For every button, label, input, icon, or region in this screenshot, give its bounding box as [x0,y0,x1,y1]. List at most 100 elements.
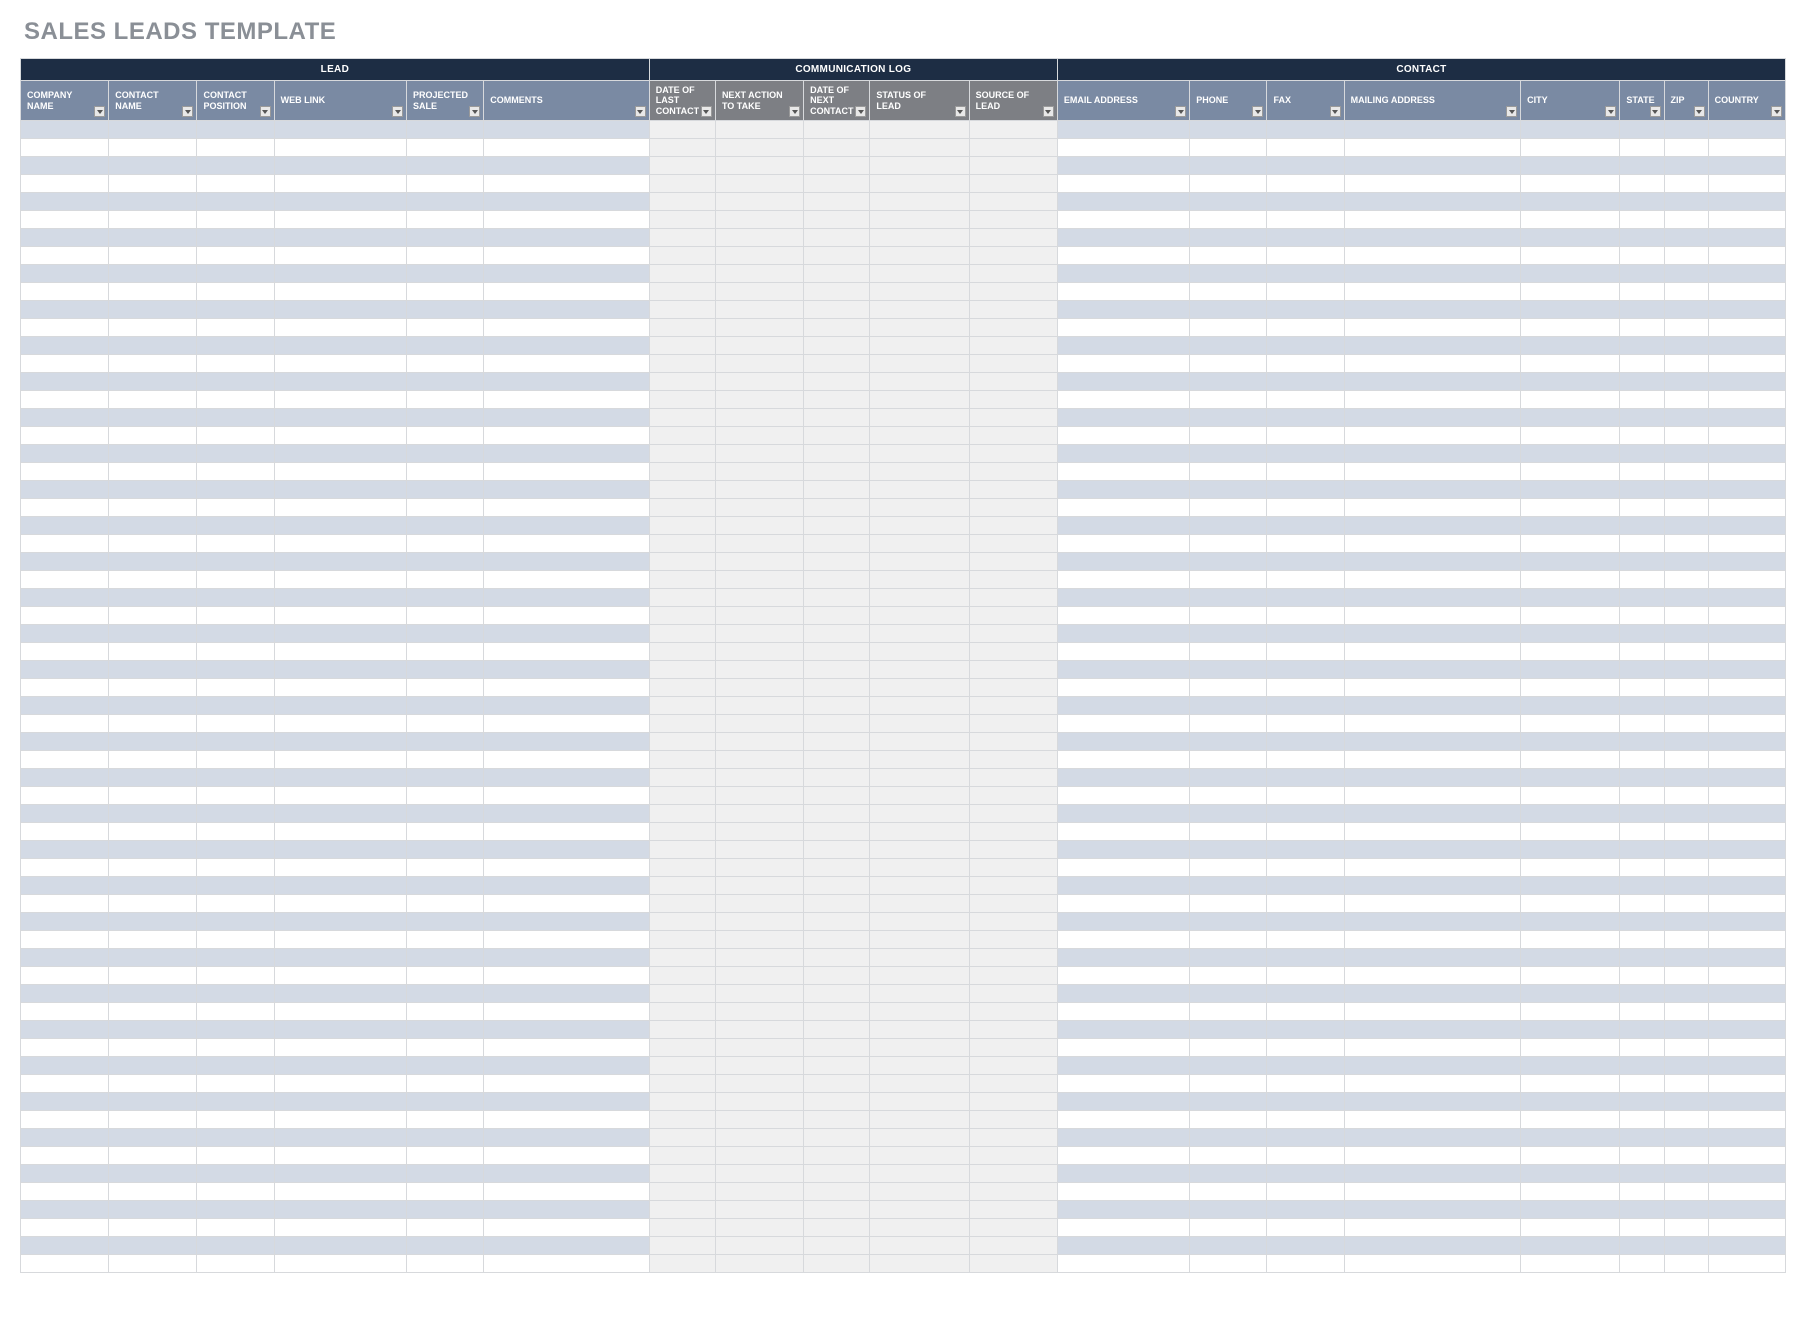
cell[interactable] [715,373,803,391]
cell[interactable] [1344,841,1520,859]
cell[interactable] [484,1111,650,1129]
table-row[interactable] [21,1129,1786,1147]
cell[interactable] [1620,913,1664,931]
cell[interactable] [1708,337,1785,355]
cell[interactable] [649,715,715,733]
cell[interactable] [407,1255,484,1273]
cell[interactable] [1057,643,1189,661]
cell[interactable] [1664,1219,1708,1237]
cell[interactable] [484,283,650,301]
cell[interactable] [484,265,650,283]
cell[interactable] [1267,805,1344,823]
cell[interactable] [1620,823,1664,841]
cell[interactable] [1190,553,1267,571]
cell[interactable] [1267,535,1344,553]
cell[interactable] [1057,355,1189,373]
cell[interactable] [969,895,1057,913]
cell[interactable] [1344,337,1520,355]
table-row[interactable] [21,517,1786,535]
table-row[interactable] [21,1021,1786,1039]
cell[interactable] [1521,1003,1620,1021]
cell[interactable] [870,805,969,823]
cell[interactable] [1057,625,1189,643]
cell[interactable] [969,1255,1057,1273]
cell[interactable] [1620,607,1664,625]
cell[interactable] [870,1093,969,1111]
cell[interactable] [484,211,650,229]
cell[interactable] [870,787,969,805]
cell[interactable] [274,193,406,211]
cell[interactable] [969,175,1057,193]
cell[interactable] [407,229,484,247]
cell[interactable] [1521,1183,1620,1201]
cell[interactable] [109,679,197,697]
cell[interactable] [109,967,197,985]
cell[interactable] [1267,715,1344,733]
cell[interactable] [870,697,969,715]
cell[interactable] [1708,931,1785,949]
cell[interactable] [197,319,274,337]
cell[interactable] [109,265,197,283]
cell[interactable] [1521,1057,1620,1075]
cell[interactable] [1708,733,1785,751]
cell[interactable] [1521,679,1620,697]
cell[interactable] [197,247,274,265]
cell[interactable] [1267,877,1344,895]
cell[interactable] [109,121,197,139]
cell[interactable] [715,319,803,337]
cell[interactable] [274,283,406,301]
cell[interactable] [870,301,969,319]
cell[interactable] [274,1093,406,1111]
cell[interactable] [1620,859,1664,877]
cell[interactable] [804,715,870,733]
table-row[interactable] [21,1075,1786,1093]
cell[interactable] [484,139,650,157]
cell[interactable] [1664,625,1708,643]
cell[interactable] [109,463,197,481]
cell[interactable] [109,211,197,229]
cell[interactable] [1620,697,1664,715]
cell[interactable] [715,121,803,139]
cell[interactable] [21,355,109,373]
cell[interactable] [1521,643,1620,661]
table-row[interactable] [21,247,1786,265]
cell[interactable] [21,445,109,463]
cell[interactable] [1664,823,1708,841]
cell[interactable] [870,661,969,679]
cell[interactable] [21,1237,109,1255]
cell[interactable] [1521,1237,1620,1255]
cell[interactable] [1708,301,1785,319]
cell[interactable] [715,157,803,175]
cell[interactable] [1344,1183,1520,1201]
cell[interactable] [274,211,406,229]
cell[interactable] [1708,265,1785,283]
cell[interactable] [21,283,109,301]
table-row[interactable] [21,139,1786,157]
cell[interactable] [804,121,870,139]
cell[interactable] [804,517,870,535]
cell[interactable] [1664,1057,1708,1075]
cell[interactable] [1521,571,1620,589]
cell[interactable] [969,1111,1057,1129]
cell[interactable] [804,661,870,679]
cell[interactable] [969,193,1057,211]
cell[interactable] [969,967,1057,985]
cell[interactable] [1664,1165,1708,1183]
cell[interactable] [1664,319,1708,337]
cell[interactable] [484,931,650,949]
cell[interactable] [1190,319,1267,337]
cell[interactable] [1190,949,1267,967]
cell[interactable] [1664,931,1708,949]
cell[interactable] [1521,445,1620,463]
cell[interactable] [715,175,803,193]
cell[interactable] [407,1165,484,1183]
cell[interactable] [804,157,870,175]
cell[interactable] [1664,1039,1708,1057]
cell[interactable] [1344,643,1520,661]
cell[interactable] [1057,373,1189,391]
cell[interactable] [484,949,650,967]
cell[interactable] [1708,1183,1785,1201]
cell[interactable] [1521,121,1620,139]
cell[interactable] [969,265,1057,283]
cell[interactable] [715,337,803,355]
